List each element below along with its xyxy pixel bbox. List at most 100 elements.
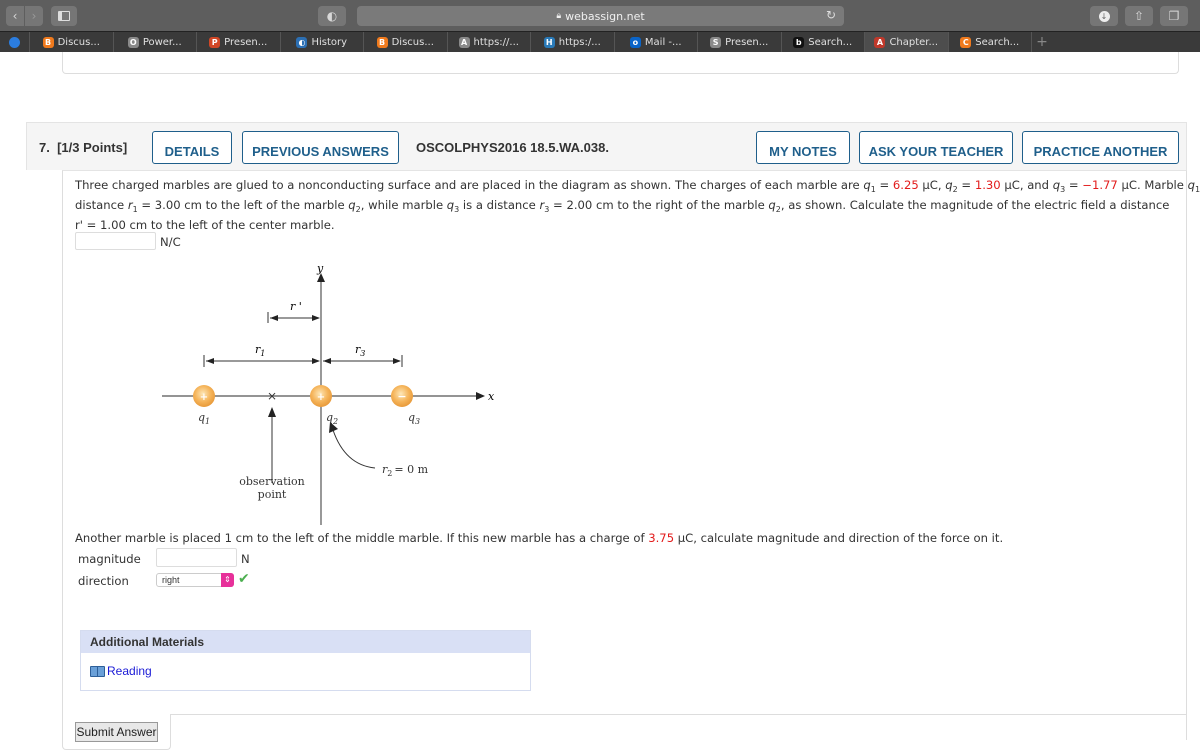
bookmark-tab[interactable]: Ahttps://... [448,32,531,52]
electric-field-input[interactable] [75,232,156,250]
bookmark-label: https://... [473,36,519,48]
favicon-icon: o [629,36,641,48]
reading-link[interactable]: Reading [90,664,152,678]
r2-pointer-line [332,429,376,469]
chevron-right-icon: › [31,9,37,23]
magnitude-input[interactable] [156,548,237,567]
ask-your-teacher-button[interactable]: ASK YOUR TEACHER [859,131,1013,164]
plus-icon: + [1036,34,1048,50]
bookmark-tab[interactable]: B Discus... [364,32,448,52]
submit-answer-button[interactable]: Submit Answer [75,722,158,742]
favicon-icon: B [376,36,388,48]
observation-arrow-icon [268,407,276,417]
r1-arrow-icon [206,358,214,364]
previous-question-card [62,52,1179,74]
reload-icon[interactable]: ↻ [826,8,836,22]
bookmark-tab[interactable]: Hhttps:/... [531,32,615,52]
sidebar-toggle-button[interactable] [51,6,77,26]
bookmark-label: Discus... [57,36,100,48]
bookmark-label: https:/... [558,36,601,48]
favicon-icon: H [543,36,555,48]
previous-answers-button[interactable]: PREVIOUS ANSWERS [242,131,399,164]
shield-icon: ◐ [326,9,338,23]
observation-label-line-1: observation [239,475,305,488]
bookmark-label: Mail -... [644,36,682,48]
favicon-icon: ◐ [296,36,308,48]
bookmark-tab[interactable]: C Search... [949,32,1032,52]
charge-q1: + q1 [193,385,215,426]
tab-overview-button[interactable]: ❐ [1160,6,1188,26]
r2-label: r2 = 0 m [382,463,429,478]
browser-toolbar: ‹ › ◐ 🔒︎ webassign.net ↻ ↓ ⇧ ❐ [0,0,1200,31]
question-text-line-2: distance r1 = 3.00 cm to the left of the… [75,198,1170,214]
bookmark-tab[interactable]: o Mail -... [615,32,698,52]
direction-label: direction [78,574,129,588]
bookmark-label: History [311,36,348,48]
r-prime-arrow-icon [270,315,278,321]
part2-prompt: Another marble is placed 1 cm to the lef… [75,531,1004,545]
y-axis-label: y [316,262,324,275]
downloads-button[interactable]: ↓ [1090,6,1118,26]
svg-text:−: − [397,390,406,403]
share-button[interactable]: ⇧ [1125,6,1153,26]
bookmark-tab[interactable]: A Chapter... [865,32,949,52]
question-header: 7. [1/3 Points] DETAILS PREVIOUS ANSWERS… [26,122,1187,170]
bookmark-label: Search... [975,36,1020,48]
reading-link-label: Reading [107,664,152,678]
direction-value: right [162,575,180,585]
svg-text:q3: q3 [408,411,420,426]
x-axis-label: x [488,390,495,403]
favicon-icon: A [458,36,470,48]
additional-materials-title: Additional Materials [81,631,530,653]
download-icon: ↓ [1098,10,1110,22]
bookmark-tab[interactable]: P Presen... [197,32,281,52]
electric-field-unit: N/C [160,235,181,249]
practice-another-button[interactable]: PRACTICE ANOTHER [1022,131,1179,164]
correct-checkmark-icon: ✔ [238,571,250,587]
bookmark-tab[interactable]: O Power... [114,32,197,52]
bookmark-tab[interactable]: b Search... [782,32,865,52]
favicon-icon: A [874,36,886,48]
question-points: [1/3 Points] [57,140,128,155]
bookmark-label: Presen... [725,36,769,48]
observation-x-icon: × [267,389,277,403]
bookmark-tab[interactable]: B Discus... [30,32,114,52]
charge-diagram: x y r ' r1 r3 × observation point r2 = 0 … [162,262,495,525]
charge-q2: + q2 [310,385,338,426]
chevron-left-icon: ‹ [12,9,18,23]
bookmark-label: Presen... [224,36,268,48]
bookmark-tab[interactable]: ◐ History [281,32,364,52]
sidebar-icon [58,11,70,21]
favicon-icon: O [127,36,139,48]
share-icon: ⇧ [1133,9,1145,23]
url-text: webassign.net [565,9,645,23]
bookmark-home[interactable] [0,32,30,52]
r3-arrow-icon [323,358,331,364]
forward-button[interactable]: › [25,6,43,26]
r-prime-label: r ' [290,300,302,313]
additional-materials-panel: Additional Materials Reading [80,630,531,691]
bookmark-label: Search... [808,36,853,48]
favicon-icon: C [960,36,972,48]
divider [171,714,1187,715]
direction-select[interactable]: right ⇕ [156,573,234,587]
favicon-icon: S [710,36,722,48]
svg-text:+: + [317,392,325,403]
back-button[interactable]: ‹ [6,6,24,26]
address-bar[interactable]: 🔒︎ webassign.net ↻ [357,6,844,26]
select-arrows-icon: ⇕ [221,573,234,587]
my-notes-button[interactable]: MY NOTES [756,131,850,164]
question-text-line-3: r' = 1.00 cm to the left of the center m… [75,218,335,232]
tabs-icon: ❐ [1168,9,1180,23]
question-number: 7. [1/3 Points] [39,140,128,155]
favicon-icon: P [209,36,221,48]
app-icon [9,36,20,48]
bookmark-label: Power... [142,36,182,48]
svg-text:q2: q2 [326,411,338,426]
charge-q3: − q3 [391,385,420,426]
favicon-icon: b [793,36,805,48]
new-tab-button[interactable]: + [1032,32,1052,52]
privacy-button[interactable]: ◐ [318,6,346,26]
bookmark-tab[interactable]: S Presen... [698,32,782,52]
details-button[interactable]: DETAILS [152,131,232,164]
